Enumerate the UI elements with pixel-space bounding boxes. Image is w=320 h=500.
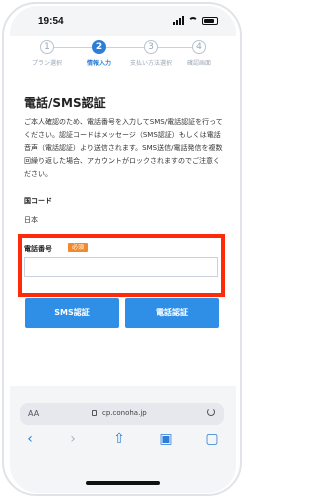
step-2: 2 情報入力 xyxy=(73,40,125,67)
required-badge: 必須 xyxy=(68,243,88,252)
reload-icon[interactable] xyxy=(207,408,215,416)
step-number: 1 xyxy=(40,40,54,54)
step-label: 情報入力 xyxy=(86,60,111,67)
lock-icon xyxy=(92,410,97,416)
phone-auth-button[interactable]: 電話認証 xyxy=(125,298,219,328)
address-bar[interactable]: AA cp.conoha.jp xyxy=(20,403,224,425)
phone-number-input[interactable] xyxy=(24,257,218,277)
tabs-icon[interactable]: ▢ xyxy=(204,431,220,447)
url-text[interactable]: cp.conoha.jp xyxy=(102,409,147,417)
step-label: プラン選択 xyxy=(31,60,62,67)
step-number: 4 xyxy=(192,40,206,54)
sms-auth-button[interactable]: SMS認証 xyxy=(25,298,119,328)
page-description: ご本人確認のため、電話番号を入力してSMS/電話認証を行ってください。認証コード… xyxy=(24,118,223,178)
progress-steps: 1 プラン選択 2 情報入力 3 支払い方法選択 4 確認画面 xyxy=(10,38,236,74)
page-title: 電話/SMS認証 xyxy=(24,96,106,110)
share-icon[interactable]: ⇧ xyxy=(111,431,127,447)
page-content: 1 プラン選択 2 情報入力 3 支払い方法選択 4 確認画面 電話/SMS認証… xyxy=(10,36,236,386)
phone-number-label: 電話番号 xyxy=(24,245,52,253)
step-4: 4 確認画面 xyxy=(173,40,225,67)
country-code-value[interactable]: 日本 xyxy=(24,215,38,225)
signal-icon xyxy=(173,16,184,25)
browser-toolbar: ‹ › ⇧ ▣ ▢ xyxy=(10,431,236,451)
status-time: 19:54 xyxy=(38,16,64,27)
forward-icon[interactable]: › xyxy=(65,431,81,447)
status-bar: 19:54 xyxy=(10,6,236,36)
home-indicator xyxy=(86,481,160,485)
phone-mockup: 19:54 1 プラン選択 2 情報入力 3 支払い方法選択 4 確認画面 電話… xyxy=(0,0,246,500)
step-3: 3 支払い方法選択 xyxy=(125,40,177,67)
reader-settings-button[interactable]: AA xyxy=(28,409,39,418)
battery-icon xyxy=(202,16,218,25)
step-1: 1 プラン選択 xyxy=(21,40,73,67)
step-number: 3 xyxy=(144,40,158,54)
phone-screen: 19:54 1 プラン選択 2 情報入力 3 支払い方法選択 4 確認画面 電話… xyxy=(10,6,236,493)
step-label: 支払い方法選択 xyxy=(129,60,172,67)
bookmarks-icon[interactable]: ▣ xyxy=(158,431,174,447)
country-code-label: 国コード xyxy=(24,197,52,205)
step-number: 2 xyxy=(92,40,106,54)
wifi-icon xyxy=(188,16,198,25)
step-label: 確認画面 xyxy=(186,60,211,67)
status-icons xyxy=(173,16,218,25)
back-icon[interactable]: ‹ xyxy=(22,431,38,447)
